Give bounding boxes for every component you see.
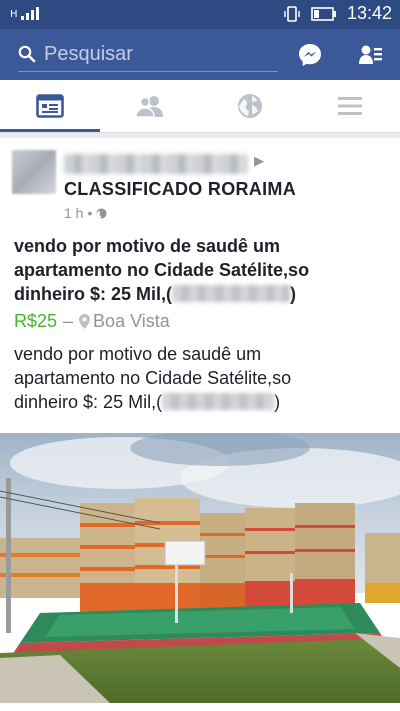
globe-privacy-icon [96, 207, 107, 219]
location-pin-icon [79, 314, 91, 329]
tab-friends[interactable] [100, 80, 200, 132]
signal-icon [20, 6, 39, 20]
vibrate-icon [284, 5, 300, 22]
listing-title-line: dinheiro $: 25 Mil,() [14, 282, 394, 306]
friends-icon [135, 96, 163, 117]
search-icon [18, 45, 36, 63]
price-location: R$25 – Boa Vista [14, 311, 170, 332]
globe-icon [238, 94, 262, 118]
menu-icon [338, 97, 362, 115]
description-line: apartamento no Cidade Satélite,so [14, 368, 292, 388]
listing-photo[interactable] [0, 433, 400, 703]
phone-redacted [172, 285, 291, 302]
description-line: dinheiro $: 25 Mil,() [14, 390, 394, 414]
description-close: ) [274, 392, 281, 412]
author-name-redacted[interactable] [64, 154, 248, 174]
price-separator: – [63, 311, 74, 331]
news-feed-icon [36, 94, 64, 118]
search-input[interactable]: Pesquisar [18, 37, 278, 72]
listing-description: vendo por motivo de saudê um apartamento… [14, 342, 394, 414]
group-name[interactable]: CLASSIFICADO RORAIMA [64, 179, 296, 200]
app-header: Pesquisar [0, 29, 400, 80]
listing-title-text: dinheiro $: 25 Mil,( [14, 284, 173, 304]
listing-title: vendo por motivo de saudê um apartamento… [14, 234, 394, 306]
listing-price: R$25 [14, 311, 58, 331]
listing-location[interactable]: Boa Vista [93, 311, 170, 332]
search-placeholder: Pesquisar [44, 42, 133, 65]
avatar[interactable] [12, 150, 56, 194]
network-type: H [10, 9, 18, 20]
arrow-right-icon: ▶ [254, 154, 264, 169]
card-footer [0, 703, 400, 711]
friend-requests-icon[interactable] [358, 42, 384, 68]
listing-title-close: ) [290, 284, 297, 304]
listing-title-line: apartamento no Cidade Satélite,so [14, 260, 310, 280]
tab-menu[interactable] [300, 80, 400, 132]
clock: 13:42 [346, 3, 392, 23]
description-text: dinheiro $: 25 Mil,( [14, 392, 163, 412]
messenger-icon[interactable] [297, 42, 323, 68]
tab-bar [0, 80, 400, 133]
active-tab-indicator [0, 129, 100, 132]
tab-news-feed[interactable] [0, 80, 100, 132]
tab-notifications[interactable] [200, 80, 300, 132]
post-time[interactable]: 1 h [64, 205, 83, 221]
post-card: ▶ CLASSIFICADO RORAIMA 1 h • vendo por m… [0, 138, 400, 711]
post-meta: 1 h • [64, 205, 107, 221]
description-line: vendo por motivo de saudê um [14, 344, 262, 364]
signal-indicator: H [10, 6, 39, 20]
listing-title-line: vendo por motivo de saudê um [14, 236, 281, 256]
meta-separator: • [87, 205, 93, 221]
status-bar: H 13:42 [0, 0, 400, 29]
battery-icon [311, 6, 336, 21]
phone-redacted [162, 393, 275, 410]
